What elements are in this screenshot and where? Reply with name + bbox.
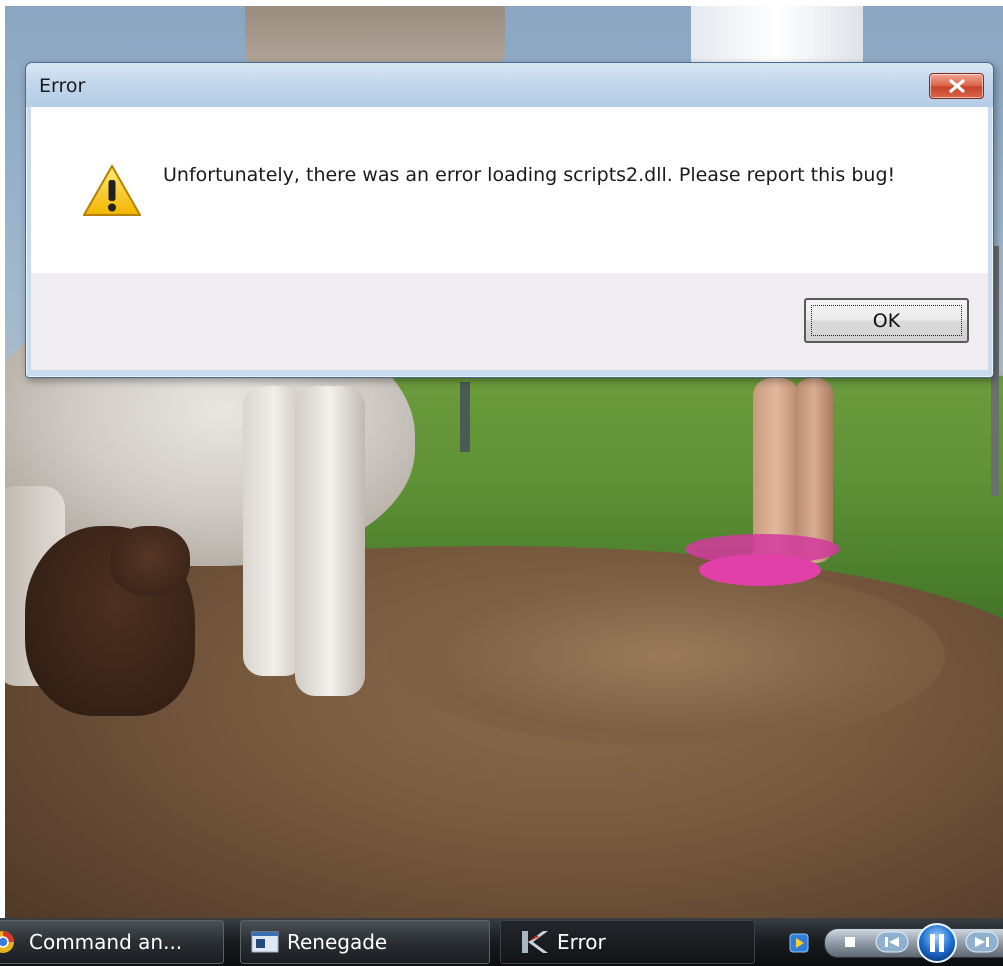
dialog-titlebar[interactable]: Error <box>26 63 993 107</box>
taskbar-item-label: Command an... <box>29 930 183 954</box>
close-icon <box>948 79 966 93</box>
dialog-title: Error <box>39 75 86 97</box>
pause-icon[interactable] <box>916 922 958 964</box>
wallpaper-person-shirt <box>691 6 863 64</box>
dialog-content: Unfortunately, there was an error loadin… <box>31 107 988 273</box>
media-player-icon[interactable] <box>788 932 810 954</box>
taskbar-item-renegade[interactable]: Renegade <box>240 920 490 964</box>
taskbar: Command an... Renegade Error <box>0 918 1003 966</box>
renegade-icon <box>519 929 549 955</box>
previous-icon[interactable] <box>872 931 912 953</box>
warning-icon <box>81 163 143 223</box>
taskbar-item-label: Error <box>557 930 606 954</box>
error-message: Unfortunately, there was an error loadin… <box>163 164 896 186</box>
window-app-icon <box>251 931 279 953</box>
next-icon[interactable] <box>962 931 1002 953</box>
wallpaper-flip-flop <box>699 554 821 586</box>
media-controls <box>776 922 1003 964</box>
error-dialog: Error Unfortunately, there was an error … <box>25 62 994 378</box>
taskbar-item-label: Renegade <box>287 930 388 954</box>
wallpaper-dog-head <box>110 526 190 596</box>
taskbar-item-command[interactable]: Command an... <box>0 920 224 964</box>
ok-button[interactable]: OK <box>804 298 969 343</box>
stop-icon[interactable] <box>842 934 858 950</box>
taskbar-item-error[interactable]: Error <box>500 920 755 964</box>
chrome-icon <box>0 929 21 955</box>
wallpaper-dirt-highlight <box>385 566 945 746</box>
dialog-button-area: OK <box>31 273 988 370</box>
wallpaper-pole <box>460 382 470 452</box>
wallpaper-donkey-leg <box>295 386 365 696</box>
close-button[interactable] <box>929 73 984 99</box>
focus-rectangle <box>811 305 962 336</box>
